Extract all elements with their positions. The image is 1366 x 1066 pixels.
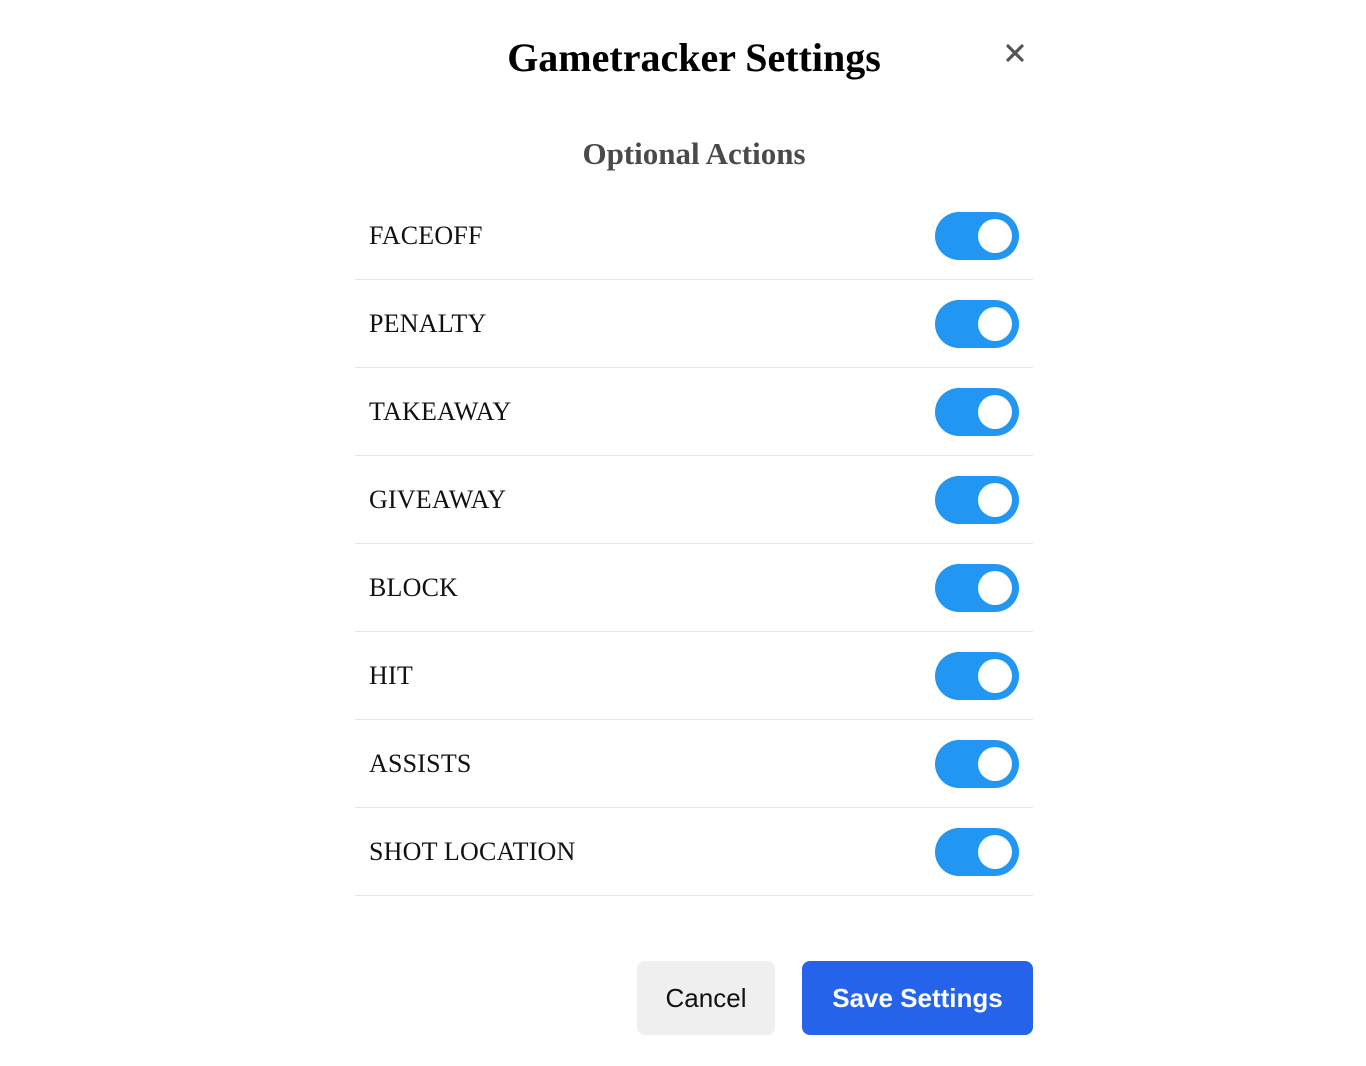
list-item: ASSISTS bbox=[355, 720, 1033, 808]
settings-dialog: Gametracker Settings Optional Actions FA… bbox=[0, 0, 1366, 1066]
action-label: TAKEAWAY bbox=[369, 396, 512, 426]
takeaway-toggle[interactable] bbox=[935, 387, 1019, 436]
faceoff-toggle[interactable] bbox=[935, 211, 1019, 260]
toggle-knob bbox=[978, 218, 1012, 253]
shot-location-toggle[interactable] bbox=[935, 827, 1019, 876]
list-item: PENALTY bbox=[355, 280, 1033, 368]
action-label: FACEOFF bbox=[369, 220, 483, 250]
toggle-knob bbox=[978, 746, 1012, 781]
hit-toggle[interactable] bbox=[935, 651, 1019, 700]
optional-actions-list: FACEOFF PENALTY TAKEAWAY GIVEAWAY BLOCK … bbox=[355, 192, 1033, 896]
action-label: PENALTY bbox=[369, 308, 487, 338]
close-icon bbox=[1006, 44, 1024, 62]
dialog-title: Gametracker Settings bbox=[507, 35, 881, 80]
list-item: TAKEAWAY bbox=[355, 368, 1033, 456]
list-item: FACEOFF bbox=[355, 192, 1033, 280]
toggle-knob bbox=[978, 834, 1012, 869]
toggle-knob bbox=[978, 658, 1012, 693]
toggle-knob bbox=[978, 482, 1012, 517]
dialog-footer: Cancel Save Settings bbox=[637, 961, 1033, 1035]
toggle-knob bbox=[978, 306, 1012, 341]
section-title: Optional Actions bbox=[582, 136, 806, 171]
list-item: GIVEAWAY bbox=[355, 456, 1033, 544]
close-button[interactable] bbox=[998, 36, 1032, 70]
action-label: SHOT LOCATION bbox=[369, 836, 576, 866]
toggle-knob bbox=[978, 394, 1012, 429]
penalty-toggle[interactable] bbox=[935, 299, 1019, 348]
list-item: SHOT LOCATION bbox=[355, 808, 1033, 896]
cancel-button[interactable]: Cancel bbox=[637, 961, 775, 1035]
list-item: HIT bbox=[355, 632, 1033, 720]
action-label: HIT bbox=[369, 660, 413, 690]
list-item: BLOCK bbox=[355, 544, 1033, 632]
block-toggle[interactable] bbox=[935, 563, 1019, 612]
action-label: BLOCK bbox=[369, 572, 459, 602]
toggle-knob bbox=[978, 570, 1012, 605]
action-label: GIVEAWAY bbox=[369, 484, 507, 514]
action-label: ASSISTS bbox=[369, 748, 472, 778]
giveaway-toggle[interactable] bbox=[935, 475, 1019, 524]
save-settings-button[interactable]: Save Settings bbox=[802, 961, 1033, 1035]
assists-toggle[interactable] bbox=[935, 739, 1019, 788]
